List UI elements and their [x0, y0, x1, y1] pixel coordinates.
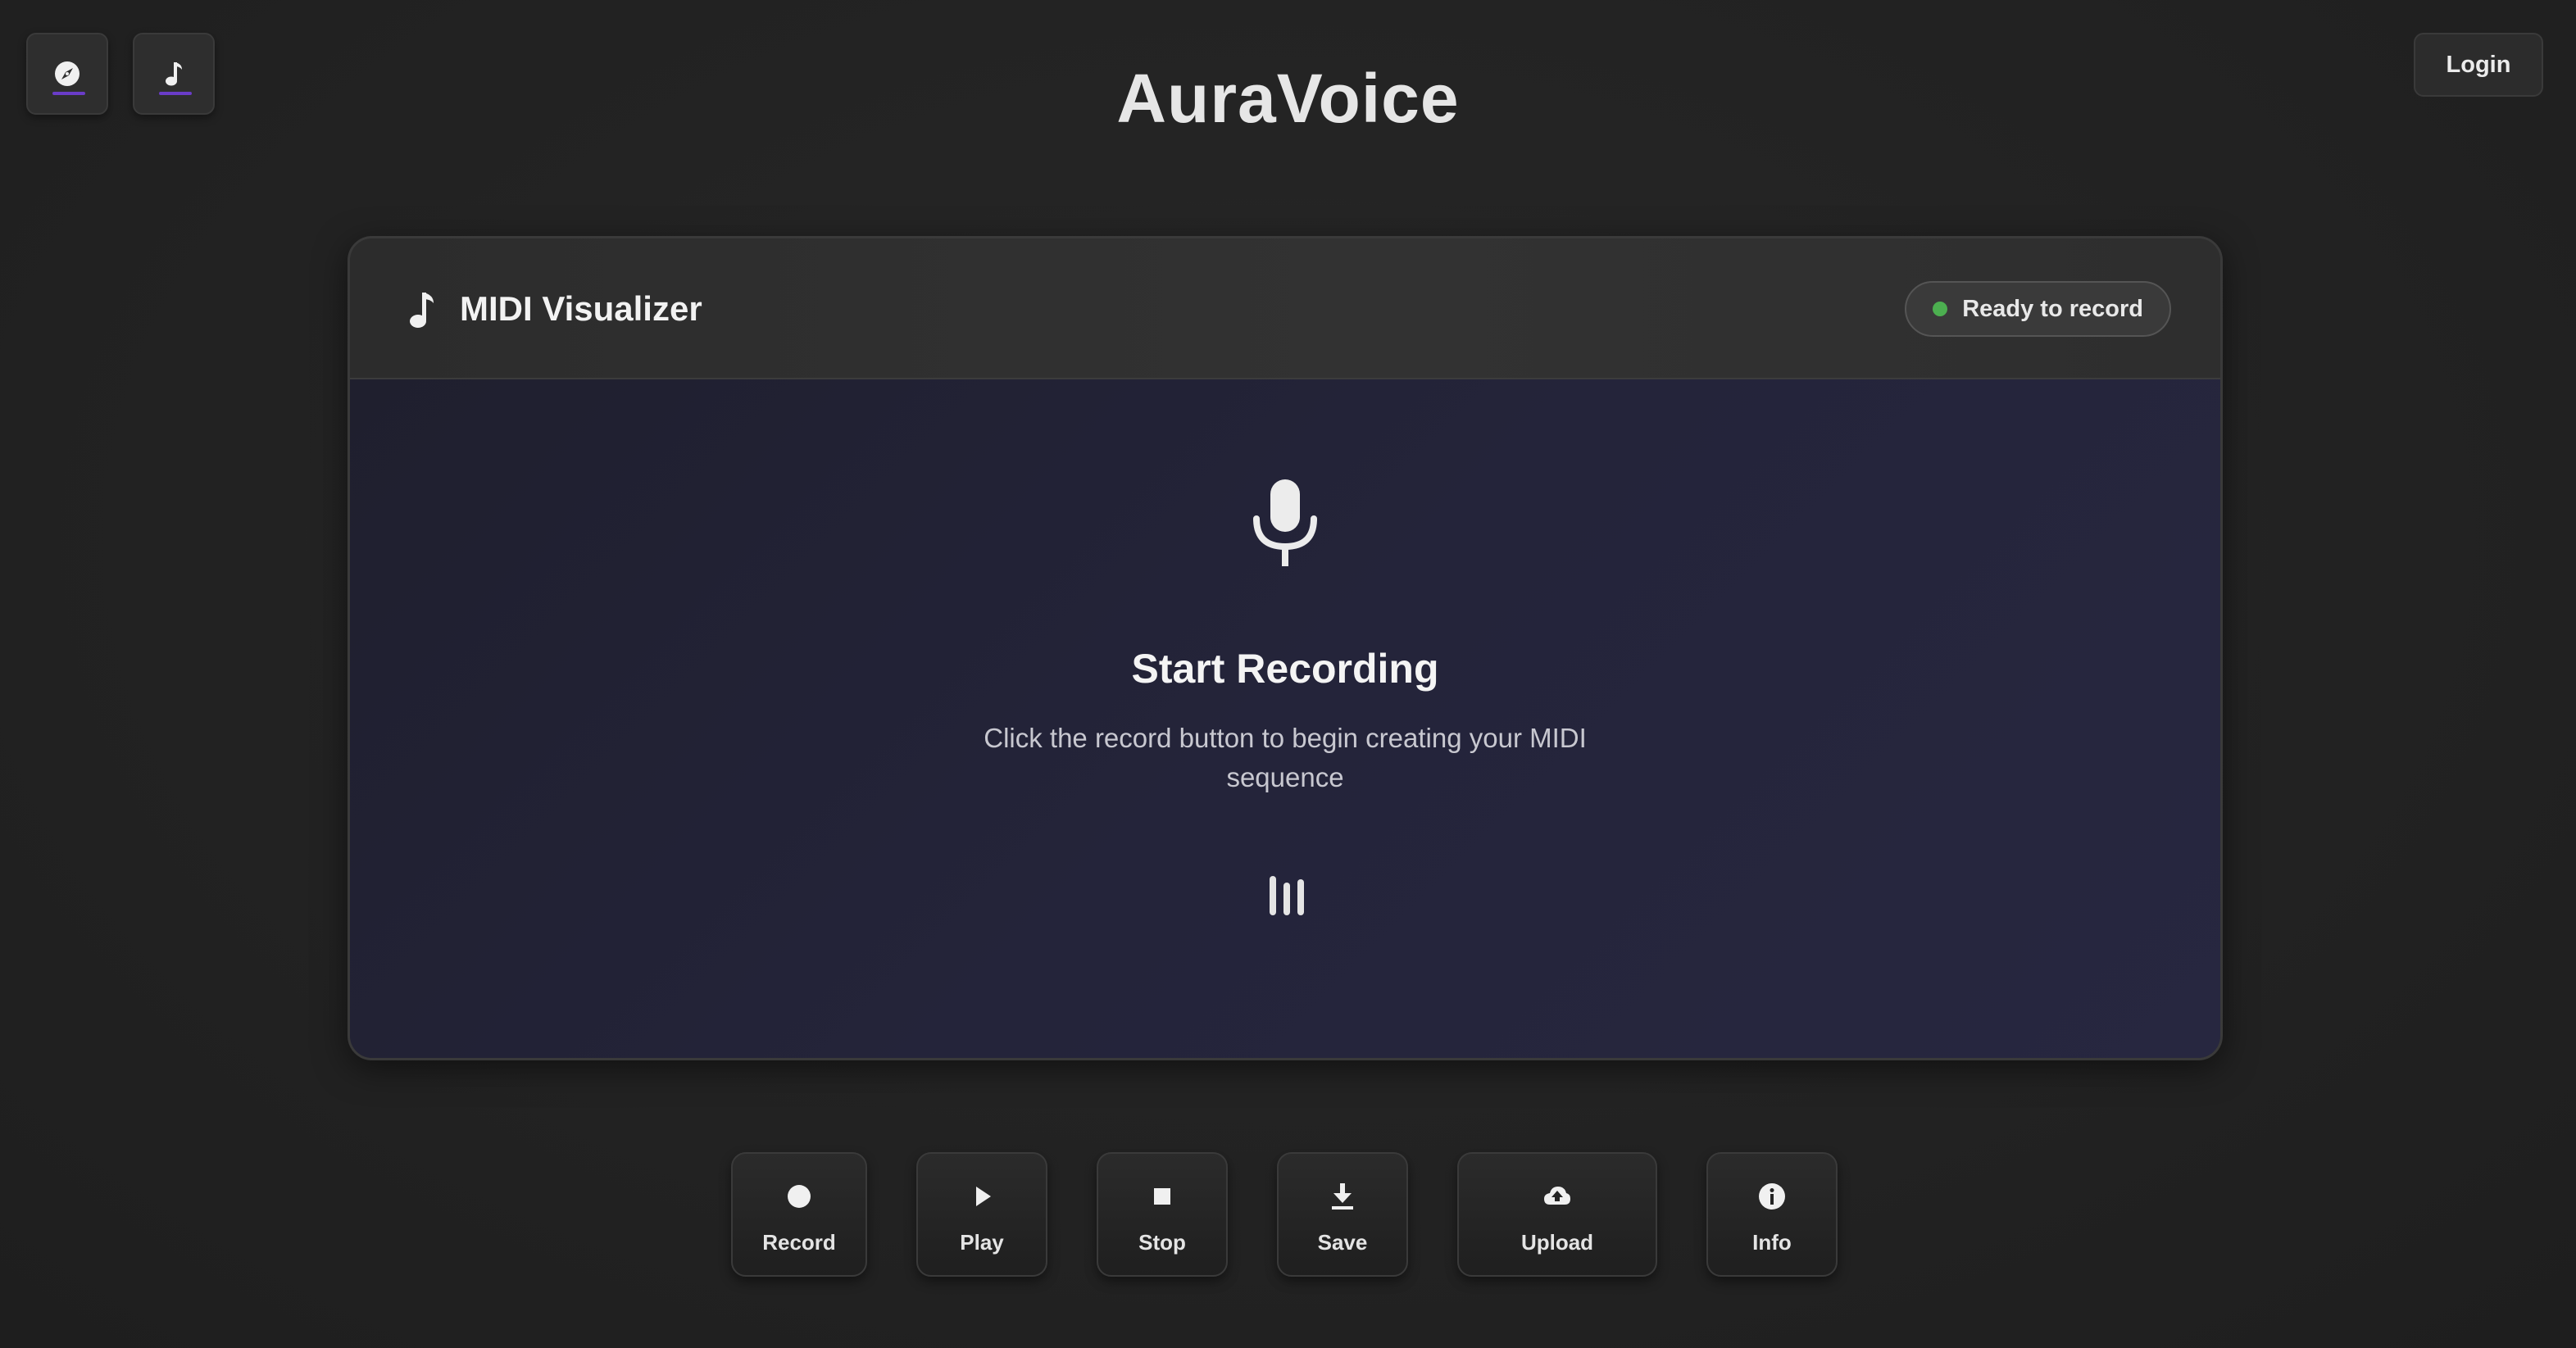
save-label: Save — [1317, 1230, 1368, 1255]
card-title: MIDI Visualizer — [460, 289, 702, 328]
info-button[interactable]: Info — [1706, 1152, 1838, 1277]
stop-icon — [1154, 1188, 1170, 1205]
upload-button[interactable]: Upload — [1457, 1152, 1657, 1277]
music-note-icon — [410, 293, 434, 328]
upload-label: Upload — [1520, 1230, 1594, 1255]
record-button[interactable]: Record — [731, 1152, 867, 1277]
record-icon — [788, 1185, 811, 1208]
microphone-icon — [1253, 479, 1317, 566]
visualizer-area: Start Recording Click the record button … — [350, 379, 2220, 1058]
stop-label: Stop — [1138, 1230, 1186, 1255]
empty-state-title: Start Recording — [1131, 646, 1439, 692]
record-label: Record — [762, 1230, 836, 1255]
stop-button[interactable]: Stop — [1097, 1152, 1228, 1277]
cloud-upload-icon — [1544, 1187, 1570, 1205]
play-label: Play — [960, 1230, 1004, 1255]
save-button[interactable]: Save — [1277, 1152, 1408, 1277]
status-dot-icon — [1933, 302, 1948, 316]
info-icon — [1759, 1183, 1785, 1210]
info-label: Info — [1752, 1230, 1792, 1255]
status-badge: Ready to record — [1905, 281, 2171, 337]
play-button[interactable]: Play — [916, 1152, 1047, 1277]
app-page: AuraVoice Login MIDI Visualizer Ready to… — [0, 0, 2576, 1348]
play-icon — [976, 1187, 991, 1206]
midi-visualizer-card: MIDI Visualizer Ready to record Start Re… — [348, 236, 2223, 1060]
empty-state-description: Click the record button to begin creatin… — [984, 723, 1587, 792]
audio-bars-icon — [1270, 876, 1304, 915]
download-icon — [1332, 1183, 1353, 1210]
login-button[interactable]: Login — [2414, 33, 2543, 97]
status-label: Ready to record — [1962, 295, 2143, 322]
card-header: MIDI Visualizer Ready to record — [350, 238, 2220, 379]
app-title: AuraVoice — [1116, 60, 1460, 137]
